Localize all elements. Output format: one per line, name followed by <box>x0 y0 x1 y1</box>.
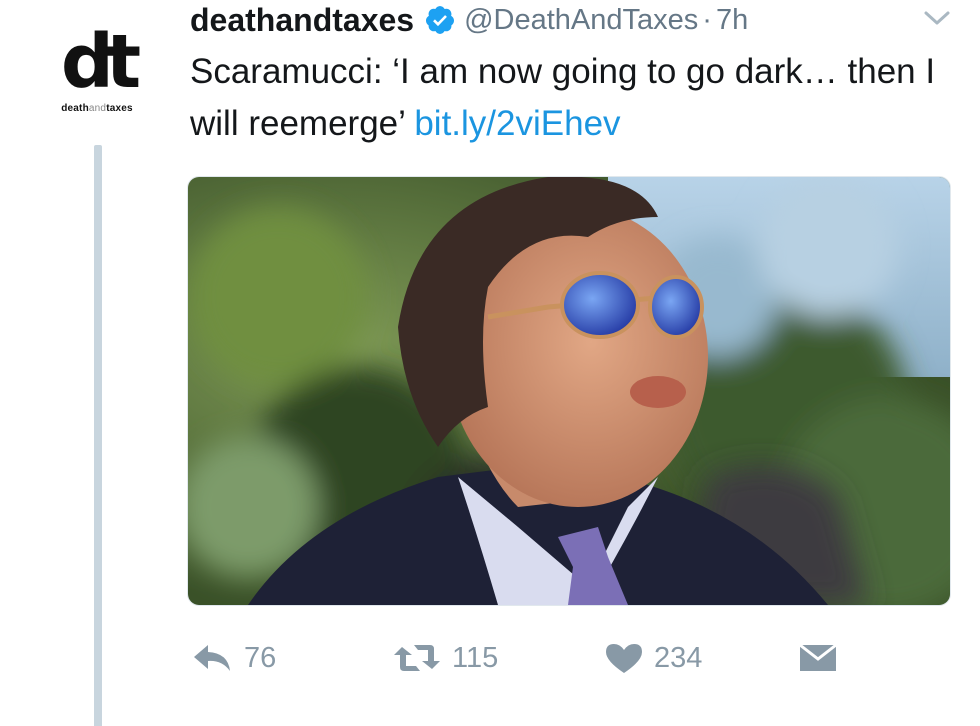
tweet-photo[interactable] <box>187 176 951 606</box>
photo-portrait <box>188 177 950 605</box>
retweet-button[interactable]: 115 <box>392 630 498 686</box>
avatar-logo-wordmark: deathandtaxes <box>61 102 133 114</box>
avatar-logo-mark: dt <box>60 18 141 105</box>
reply-button[interactable]: 76 <box>190 630 276 686</box>
timestamp[interactable]: 7h <box>716 4 748 37</box>
separator-dot: · <box>702 3 712 36</box>
action-bar: 76 115 234 <box>190 630 850 686</box>
envelope-icon <box>799 643 837 671</box>
heart-icon <box>606 644 642 673</box>
thread-line <box>94 145 102 726</box>
reply-count: 76 <box>244 641 277 674</box>
verified-badge-icon <box>426 6 455 34</box>
retweet-count: 115 <box>452 641 499 674</box>
like-count: 234 <box>654 641 703 674</box>
tweet[interactable]: dt deathandtaxes deathandtaxes @DeathAnd… <box>0 0 980 726</box>
chevron-down-icon[interactable] <box>922 6 952 30</box>
tweet-link[interactable]: bit.ly/2viEhev <box>414 104 620 143</box>
tweet-text: Scaramucci: ‘I am now going to go dark… … <box>190 46 950 150</box>
handle[interactable]: @DeathAndTaxes <box>464 4 698 37</box>
tweet-header: deathandtaxes @DeathAndTaxes · 7h <box>190 0 960 40</box>
display-name[interactable]: deathandtaxes <box>190 2 414 39</box>
like-button[interactable]: 234 <box>604 630 702 686</box>
retweet-icon <box>394 645 440 671</box>
direct-message-button[interactable] <box>798 630 848 686</box>
avatar[interactable]: dt deathandtaxes <box>34 10 160 136</box>
reply-icon <box>194 645 230 671</box>
